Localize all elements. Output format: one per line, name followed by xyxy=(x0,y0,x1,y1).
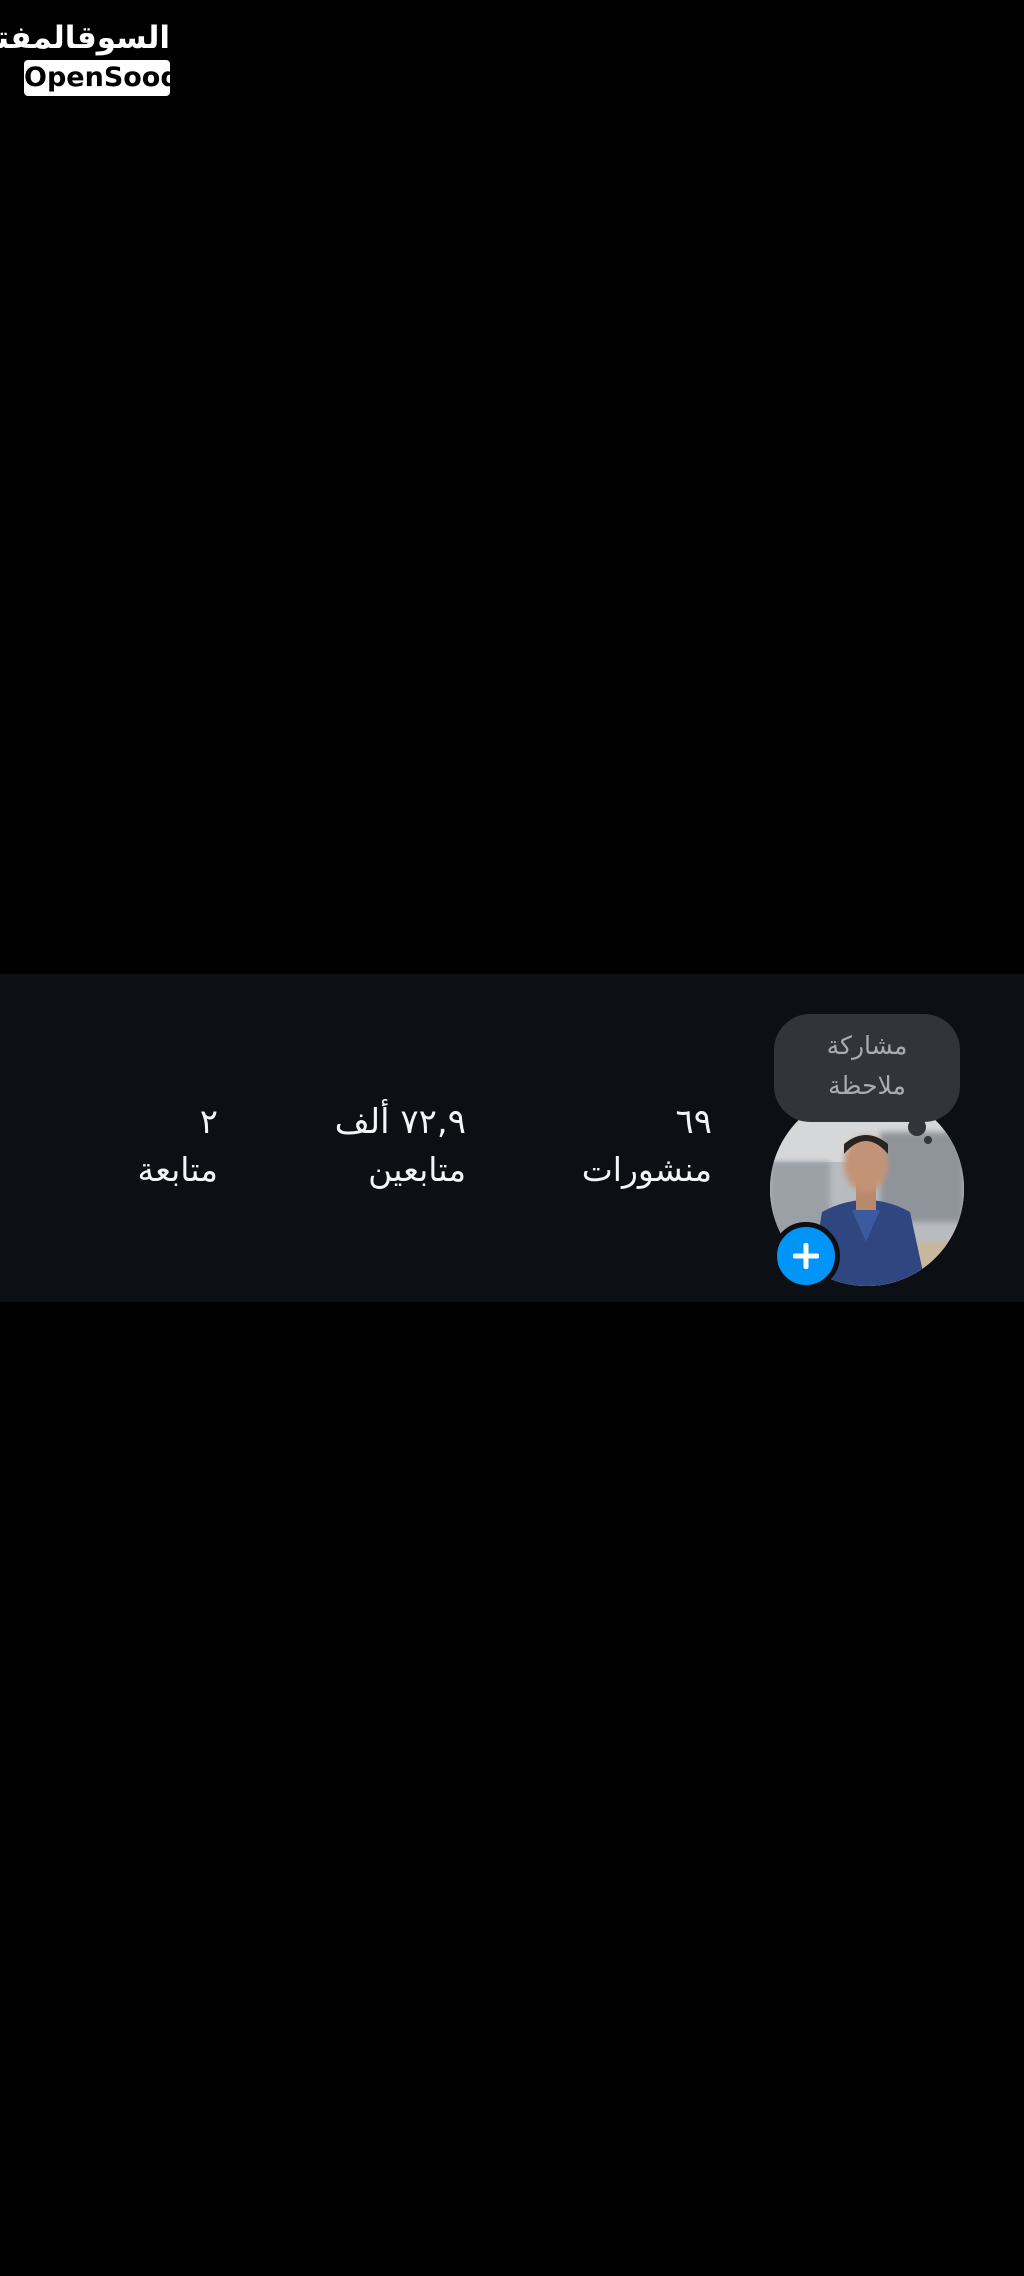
posts-count: ٦٩ xyxy=(675,1102,712,1142)
followers-count: ٧٢,٩ ألف xyxy=(334,1102,466,1142)
following-stat[interactable]: ٢ متابعة xyxy=(138,1098,219,1194)
following-label: متابعة xyxy=(137,1150,219,1189)
following-count: ٢ xyxy=(199,1102,218,1142)
note-bubble-tail-large xyxy=(908,1118,926,1136)
logo-arabic-text: السوقالمفتوح xyxy=(0,20,171,56)
logo-latin-text: OpenSooq xyxy=(24,60,180,96)
share-note-bubble[interactable]: مشاركة ملاحظة xyxy=(774,1014,960,1122)
followers-stat[interactable]: ٧٢,٩ ألف متابعين xyxy=(335,1098,466,1194)
note-bubble-tail-small xyxy=(924,1136,932,1144)
posts-stat[interactable]: ٦٩ منشورات xyxy=(582,1098,712,1194)
note-text-line-1: مشاركة xyxy=(826,1031,908,1060)
posts-label: منشورات xyxy=(581,1150,712,1189)
opensooq-watermark-logo: السوقالمفتوح OpenSooq xyxy=(0,20,180,96)
note-text-line-2: ملاحظة xyxy=(828,1071,906,1100)
followers-label: متابعين xyxy=(368,1150,466,1189)
add-story-button[interactable] xyxy=(772,1222,840,1290)
plus-icon xyxy=(793,1243,819,1269)
